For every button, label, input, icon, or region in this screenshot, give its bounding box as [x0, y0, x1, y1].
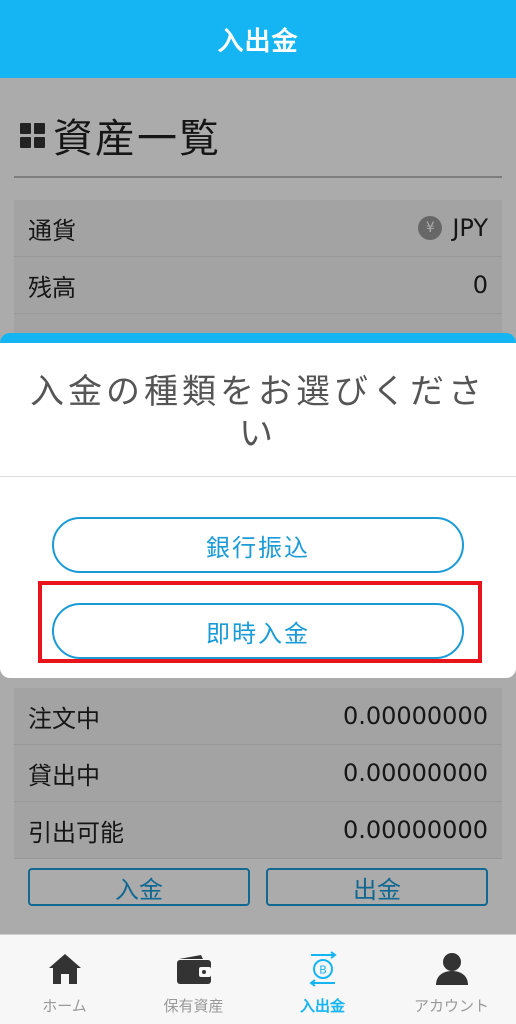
app-header: 入出金: [0, 0, 516, 78]
account-icon: [432, 949, 472, 989]
modal-title: 入金の種類をお選びください: [30, 372, 486, 454]
bank-transfer-button[interactable]: 銀行振込: [52, 517, 464, 573]
wallet-icon: [174, 949, 214, 989]
nav-item-account[interactable]: アカウント: [387, 935, 516, 1024]
svg-text:B: B: [319, 964, 327, 977]
nav-label-home: ホーム: [42, 997, 87, 1015]
page-title: 入出金: [217, 26, 299, 57]
screen: 入出金 資産一覧 通貨 ¥ JPY 残高 0 注文中 0.00000000 貸出…: [0, 0, 516, 1024]
deposit-withdraw-icon: B: [303, 949, 343, 989]
deposit-type-modal: 入金の種類をお選びください 銀行振込 即時入金: [0, 333, 516, 678]
instant-deposit-button[interactable]: 即時入金: [52, 603, 464, 659]
modal-accent-bar: [0, 333, 516, 343]
nav-label-deposit-withdraw: 入出金: [299, 997, 345, 1015]
nav-item-deposit-withdraw[interactable]: B 入出金: [258, 935, 387, 1024]
nav-label-holdings: 保有資産: [163, 997, 224, 1015]
modal-divider: [0, 476, 516, 477]
home-icon: [45, 949, 85, 989]
nav-item-holdings[interactable]: 保有資産: [129, 935, 258, 1024]
modal-body: 入金の種類をお選びください 銀行振込 即時入金: [0, 343, 516, 678]
nav-label-account: アカウント: [413, 997, 489, 1015]
nav-item-home[interactable]: ホーム: [0, 935, 129, 1024]
bottom-nav: ホーム 保有資産 B 入出金 アカウント: [0, 934, 516, 1024]
